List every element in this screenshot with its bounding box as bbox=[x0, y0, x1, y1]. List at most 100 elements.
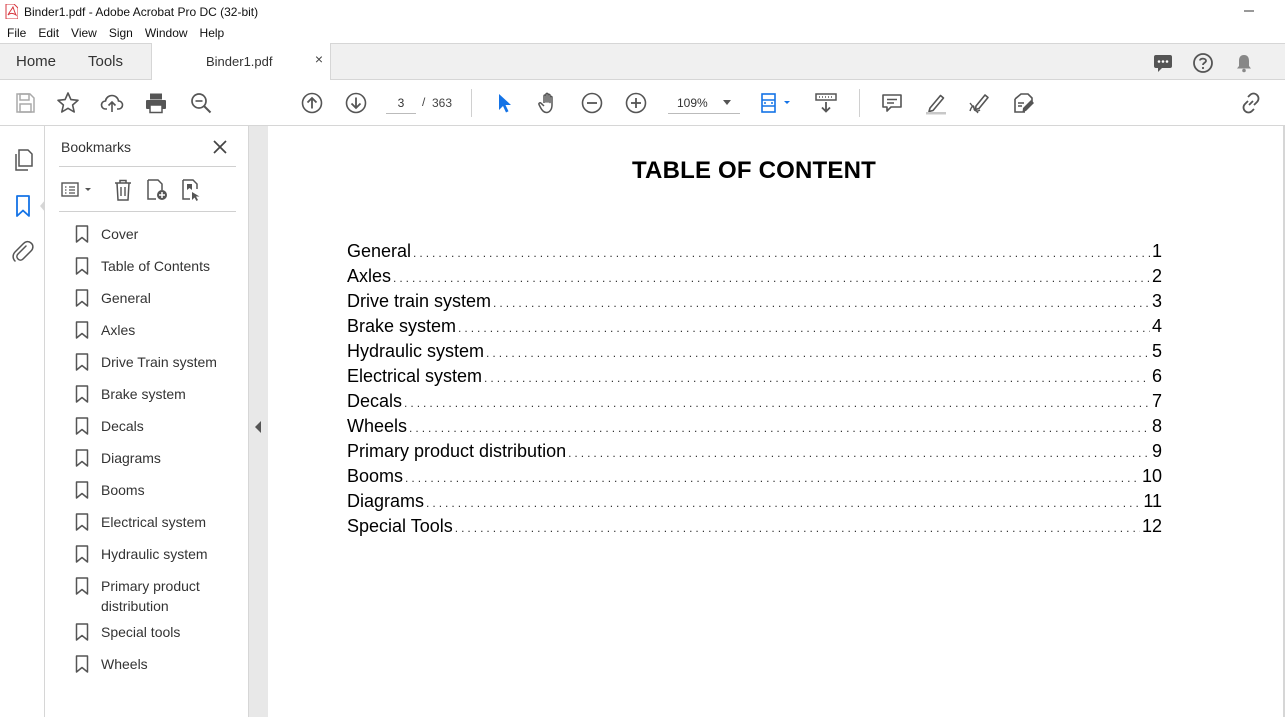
current-page-input[interactable] bbox=[386, 92, 416, 114]
bookmark-item-brake-system[interactable]: Brake system bbox=[75, 380, 245, 412]
sign-draw-icon[interactable] bbox=[968, 91, 992, 115]
bookmark-item-decals[interactable]: Decals bbox=[75, 412, 245, 444]
toc-leader-dots: ........................................… bbox=[493, 296, 1150, 310]
bookmark-item-diagrams[interactable]: Diagrams bbox=[75, 444, 245, 476]
bookmark-item-axles[interactable]: Axles bbox=[75, 316, 245, 348]
toc-row[interactable]: General.................................… bbox=[347, 241, 1162, 266]
toc-page-number: 10 bbox=[1141, 466, 1162, 486]
bookmark-star-icon[interactable] bbox=[56, 91, 80, 115]
highlight-pen-icon[interactable] bbox=[924, 91, 948, 115]
toc-leader-dots: ........................................… bbox=[404, 396, 1150, 410]
attachments-paperclip-icon[interactable] bbox=[11, 240, 35, 264]
page-thumbnails-icon[interactable] bbox=[11, 148, 35, 172]
bookmark-icon bbox=[75, 623, 89, 641]
toc-entry-label: Diagrams bbox=[347, 491, 425, 511]
tab-document-label: Binder1.pdf bbox=[206, 54, 273, 69]
bookmark-options-icon[interactable] bbox=[60, 178, 96, 202]
toc-row[interactable]: Electrical system.......................… bbox=[347, 366, 1162, 391]
zoom-dropdown[interactable]: 109% bbox=[668, 92, 740, 114]
toolbar-separator bbox=[471, 89, 472, 117]
bookmark-from-structure-icon[interactable] bbox=[180, 178, 204, 202]
toolbar-separator bbox=[859, 89, 860, 117]
bookmark-item-electrical-system[interactable]: Electrical system bbox=[75, 508, 245, 540]
toc-row[interactable]: Wheels..................................… bbox=[347, 416, 1162, 441]
toc-row[interactable]: Special Tools...........................… bbox=[347, 516, 1162, 541]
bookmark-item-wheels[interactable]: Wheels bbox=[75, 650, 245, 682]
bookmark-label: Axles bbox=[101, 322, 136, 338]
save-icon[interactable] bbox=[13, 91, 37, 115]
print-icon[interactable] bbox=[144, 91, 168, 115]
comment-icon[interactable] bbox=[880, 91, 904, 115]
toc-row[interactable]: Drive train system......................… bbox=[347, 291, 1162, 316]
bookmarks-panel-icon[interactable] bbox=[11, 194, 35, 218]
toc-row[interactable]: Diagrams................................… bbox=[347, 491, 1162, 516]
toc-leader-dots: ........................................… bbox=[568, 446, 1150, 460]
notification-bell-icon[interactable] bbox=[1233, 52, 1255, 74]
toc-page-number: 1 bbox=[1151, 241, 1162, 261]
tab-home[interactable]: Home bbox=[16, 53, 56, 70]
search-zoom-icon[interactable] bbox=[189, 91, 213, 115]
zoom-out-icon[interactable] bbox=[580, 91, 604, 115]
bookmark-item-cover[interactable]: Cover bbox=[75, 220, 245, 252]
bookmark-label: Hydraulic system bbox=[101, 546, 208, 562]
fit-page-icon[interactable] bbox=[758, 91, 794, 115]
toc-entry-label: Special Tools bbox=[347, 516, 453, 536]
bookmark-item-primary-product-distribution[interactable]: Primary product distribution bbox=[75, 572, 245, 618]
panel-title: Bookmarks bbox=[61, 139, 132, 155]
toc-entry-label: Primary product distribution bbox=[347, 441, 567, 461]
help-icon[interactable] bbox=[1192, 52, 1214, 74]
share-link-icon[interactable] bbox=[1239, 91, 1263, 115]
toc-entry-label: Decals bbox=[347, 391, 403, 411]
bookmark-item-special-tools[interactable]: Special tools bbox=[75, 618, 245, 650]
bookmark-item-table-of-contents[interactable]: Table of Contents bbox=[75, 252, 245, 284]
toc-row[interactable]: Brake system............................… bbox=[347, 316, 1162, 341]
toc-row[interactable]: Axles...................................… bbox=[347, 266, 1162, 291]
menu-sign[interactable]: Sign bbox=[109, 26, 133, 40]
toc-row[interactable]: Decals..................................… bbox=[347, 391, 1162, 416]
stamp-edit-icon[interactable] bbox=[1012, 91, 1036, 115]
tab-close-icon[interactable]: × bbox=[312, 52, 326, 66]
panel-divider bbox=[59, 211, 236, 212]
toc-row[interactable]: Hydraulic system........................… bbox=[347, 341, 1162, 366]
zoom-in-icon[interactable] bbox=[624, 91, 648, 115]
bookmark-item-hydraulic-system[interactable]: Hydraulic system bbox=[75, 540, 245, 572]
hand-tool-icon[interactable] bbox=[536, 91, 560, 115]
menu-window[interactable]: Window bbox=[145, 26, 188, 40]
toc-entry-label: Wheels bbox=[347, 416, 408, 436]
bookmark-item-general[interactable]: General bbox=[75, 284, 245, 316]
next-page-icon[interactable] bbox=[344, 91, 368, 115]
scroll-mode-icon[interactable] bbox=[814, 91, 838, 115]
menu-file[interactable]: File bbox=[7, 26, 26, 40]
document-view[interactable]: TABLE OF CONTENT General................… bbox=[268, 126, 1285, 717]
bookmark-icon bbox=[75, 257, 89, 275]
toc-entry-label: Hydraulic system bbox=[347, 341, 485, 361]
bookmark-item-drive-train-system[interactable]: Drive Train system bbox=[75, 348, 245, 380]
toc-page-number: 6 bbox=[1151, 366, 1162, 386]
bookmark-list: Cover Table of Contents General Axles Dr… bbox=[75, 220, 245, 682]
select-cursor-icon[interactable] bbox=[492, 91, 516, 115]
acrobat-pdf-icon bbox=[5, 4, 18, 19]
panel-splitter[interactable] bbox=[249, 126, 268, 717]
toc-leader-dots: ........................................… bbox=[454, 521, 1140, 535]
bookmark-item-booms[interactable]: Booms bbox=[75, 476, 245, 508]
bookmark-icon bbox=[75, 513, 89, 531]
toc-row[interactable]: Primary product distribution............… bbox=[347, 441, 1162, 466]
menu-help[interactable]: Help bbox=[200, 26, 225, 40]
menu-edit[interactable]: Edit bbox=[38, 26, 59, 40]
delete-trash-icon[interactable] bbox=[111, 178, 135, 202]
menu-view[interactable]: View bbox=[71, 26, 97, 40]
bookmark-label: Diagrams bbox=[101, 450, 161, 466]
panel-divider bbox=[59, 166, 236, 167]
upload-cloud-icon[interactable] bbox=[100, 91, 124, 115]
toc-row[interactable]: Booms...................................… bbox=[347, 466, 1162, 491]
minimize-icon[interactable] bbox=[1241, 2, 1257, 18]
tab-tools[interactable]: Tools bbox=[88, 53, 123, 70]
toc-entry-label: General bbox=[347, 241, 412, 261]
main-toolbar: / 363 109% bbox=[0, 80, 1285, 126]
new-bookmark-icon[interactable] bbox=[145, 178, 169, 202]
tab-document[interactable]: Binder1.pdf × bbox=[151, 43, 331, 80]
previous-page-icon[interactable] bbox=[300, 91, 324, 115]
close-icon[interactable] bbox=[211, 138, 229, 156]
comment-chat-icon[interactable] bbox=[1152, 52, 1174, 74]
collapse-panel-arrow-icon[interactable] bbox=[255, 421, 261, 433]
